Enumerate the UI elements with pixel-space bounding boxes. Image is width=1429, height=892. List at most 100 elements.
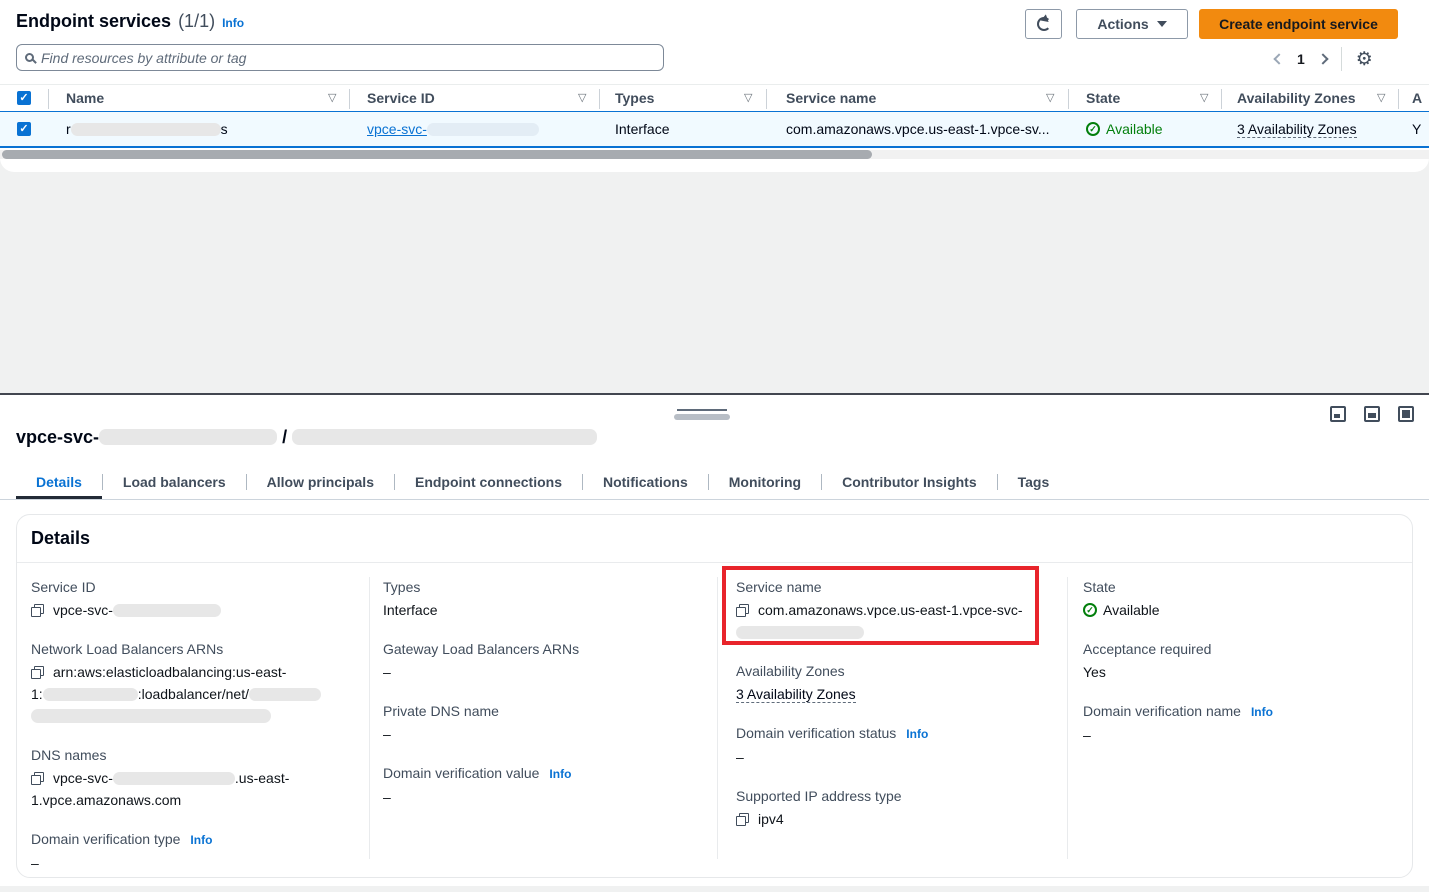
column-header-service-name[interactable]: Service name <box>786 90 876 106</box>
details-card: Details Service ID vpce-svc- Network Loa… <box>16 514 1413 878</box>
split-panel-drag-handle[interactable] <box>674 409 730 420</box>
field-types: Types Interface <box>383 577 703 621</box>
column-divider <box>1398 89 1399 109</box>
current-page[interactable]: 1 <box>1297 51 1305 67</box>
horizontal-scrollbar <box>0 150 1429 159</box>
column-divider <box>1068 89 1069 109</box>
caret-down-icon <box>1157 21 1167 27</box>
column-header-availability-zones[interactable]: Availability Zones <box>1237 90 1356 106</box>
column-divider <box>599 89 600 109</box>
field-dns-names: DNS names vpce-svc-.us-east- 1.vpce.amaz… <box>31 745 361 811</box>
tab-contributor-insights[interactable]: Contributor Insights <box>822 466 997 499</box>
sort-icon[interactable]: ▽ <box>1046 91 1054 104</box>
tab-bar: Details Load balancers Allow principals … <box>16 465 1429 499</box>
row-checkbox[interactable]: ✓ <box>17 122 31 136</box>
sort-icon[interactable]: ▽ <box>1377 91 1385 104</box>
details-column-3: Service name com.amazonaws.vpce.us-east-… <box>736 577 1056 848</box>
sort-icon[interactable]: ▽ <box>578 91 586 104</box>
info-link[interactable]: Info <box>190 830 212 850</box>
tab-monitoring[interactable]: Monitoring <box>709 466 821 499</box>
column-divider <box>1067 577 1068 859</box>
redacted-text <box>43 688 138 701</box>
header-info-link[interactable]: Info <box>222 16 244 30</box>
row-service-id-link[interactable]: vpce-svc- <box>367 121 539 137</box>
sort-icon[interactable]: ▽ <box>328 91 336 104</box>
row-service-name-cell: com.amazonaws.vpce.us-east-1.vpce-sv... <box>786 121 1050 137</box>
column-divider <box>369 577 370 859</box>
sort-icon[interactable]: ▽ <box>744 91 752 104</box>
info-link[interactable]: Info <box>906 724 928 744</box>
column-divider <box>1221 89 1222 109</box>
column-header-state[interactable]: State <box>1086 90 1120 106</box>
field-supported-ip-type: Supported IP address type ipv4 <box>736 786 1056 830</box>
field-glb-arns: Gateway Load Balancers ARNs – <box>383 639 703 683</box>
copy-icon[interactable] <box>31 666 44 679</box>
create-endpoint-service-button[interactable]: Create endpoint service <box>1199 9 1398 39</box>
details-card-heading: Details <box>17 515 1412 563</box>
actions-button-label: Actions <box>1097 16 1148 32</box>
page-header: Endpoint services (1/1) Info <box>16 11 244 32</box>
create-button-label: Create endpoint service <box>1219 16 1378 32</box>
column-header-types[interactable]: Types <box>615 90 654 106</box>
field-domain-verification-status: Domain verification status Info – <box>736 723 1056 768</box>
page-previous-icon[interactable] <box>1273 53 1284 64</box>
column-divider <box>766 89 767 109</box>
column-divider <box>349 89 350 109</box>
endpoint-services-table-card: Endpoint services (1/1) Info Actions Cre… <box>0 0 1429 172</box>
search-bar <box>16 44 664 71</box>
panel-size-small-icon[interactable] <box>1330 406 1346 422</box>
tab-details[interactable]: Details <box>16 466 102 499</box>
tab-notifications[interactable]: Notifications <box>583 466 708 499</box>
field-service-name: Service name com.amazonaws.vpce.us-east-… <box>736 577 1056 643</box>
details-column-2: Types Interface Gateway Load Balancers A… <box>383 577 703 826</box>
tab-allow-principals[interactable]: Allow principals <box>247 466 394 499</box>
status-available-icon: ✓ <box>1083 603 1097 617</box>
actions-button[interactable]: Actions <box>1076 9 1188 39</box>
copy-icon[interactable] <box>736 813 749 826</box>
tab-endpoint-connections[interactable]: Endpoint connections <box>395 466 582 499</box>
panel-size-large-icon[interactable] <box>1398 406 1414 422</box>
row-availability-zones-link[interactable]: 3 Availability Zones <box>1237 121 1357 138</box>
tab-load-balancers[interactable]: Load balancers <box>103 466 246 499</box>
status-available-icon: ✓ <box>1086 122 1100 136</box>
horizontal-scrollbar-thumb[interactable] <box>2 150 872 159</box>
copy-icon[interactable] <box>31 604 44 617</box>
split-panel: vpce-svc- / Details Load balancers Allow… <box>0 393 1429 886</box>
sort-icon[interactable]: ▽ <box>1200 91 1208 104</box>
column-divider <box>48 89 49 109</box>
table-row[interactable]: ✓ rs vpce-svc- Interface com.amazonaws.v… <box>0 111 1429 148</box>
redacted-text <box>249 688 321 701</box>
select-all-checkbox[interactable]: ✓ <box>17 91 31 105</box>
availability-zones-link[interactable]: 3 Availability Zones <box>736 686 856 703</box>
settings-gear-icon[interactable]: ⚙ <box>1356 50 1373 69</box>
tab-bar-divider <box>0 499 1429 500</box>
field-nlb-arns: Network Load Balancers ARNs arn:aws:elas… <box>31 639 361 727</box>
redacted-text <box>427 123 539 136</box>
pager-divider <box>1341 47 1342 71</box>
refresh-button[interactable] <box>1025 9 1062 39</box>
redacted-text <box>736 626 864 639</box>
column-header-service-id[interactable]: Service ID <box>367 90 435 106</box>
details-column-4: State ✓ Available Acceptance required Ye… <box>1083 577 1403 764</box>
info-link[interactable]: Info <box>1251 702 1273 722</box>
row-types-cell: Interface <box>615 121 669 137</box>
page-next-icon[interactable] <box>1317 53 1328 64</box>
copy-icon[interactable] <box>31 772 44 785</box>
field-service-id: Service ID vpce-svc- <box>31 577 361 621</box>
redacted-text <box>99 429 277 445</box>
page-title: Endpoint services <box>16 11 171 32</box>
column-header-name[interactable]: Name <box>66 90 104 106</box>
redacted-text <box>71 123 221 136</box>
field-state: State ✓ Available <box>1083 577 1403 621</box>
field-domain-verification-name: Domain verification name Info – <box>1083 701 1403 746</box>
info-link[interactable]: Info <box>549 764 571 784</box>
tab-tags[interactable]: Tags <box>998 466 1070 499</box>
copy-icon[interactable] <box>736 604 749 617</box>
panel-size-medium-icon[interactable] <box>1364 406 1380 422</box>
field-private-dns-name: Private DNS name – <box>383 701 703 745</box>
redacted-text <box>292 429 597 445</box>
row-state-cell: ✓ Available <box>1086 121 1163 137</box>
column-header-acceptance-partial[interactable]: A <box>1412 90 1422 106</box>
redacted-text <box>113 772 235 785</box>
search-input[interactable] <box>41 50 655 66</box>
